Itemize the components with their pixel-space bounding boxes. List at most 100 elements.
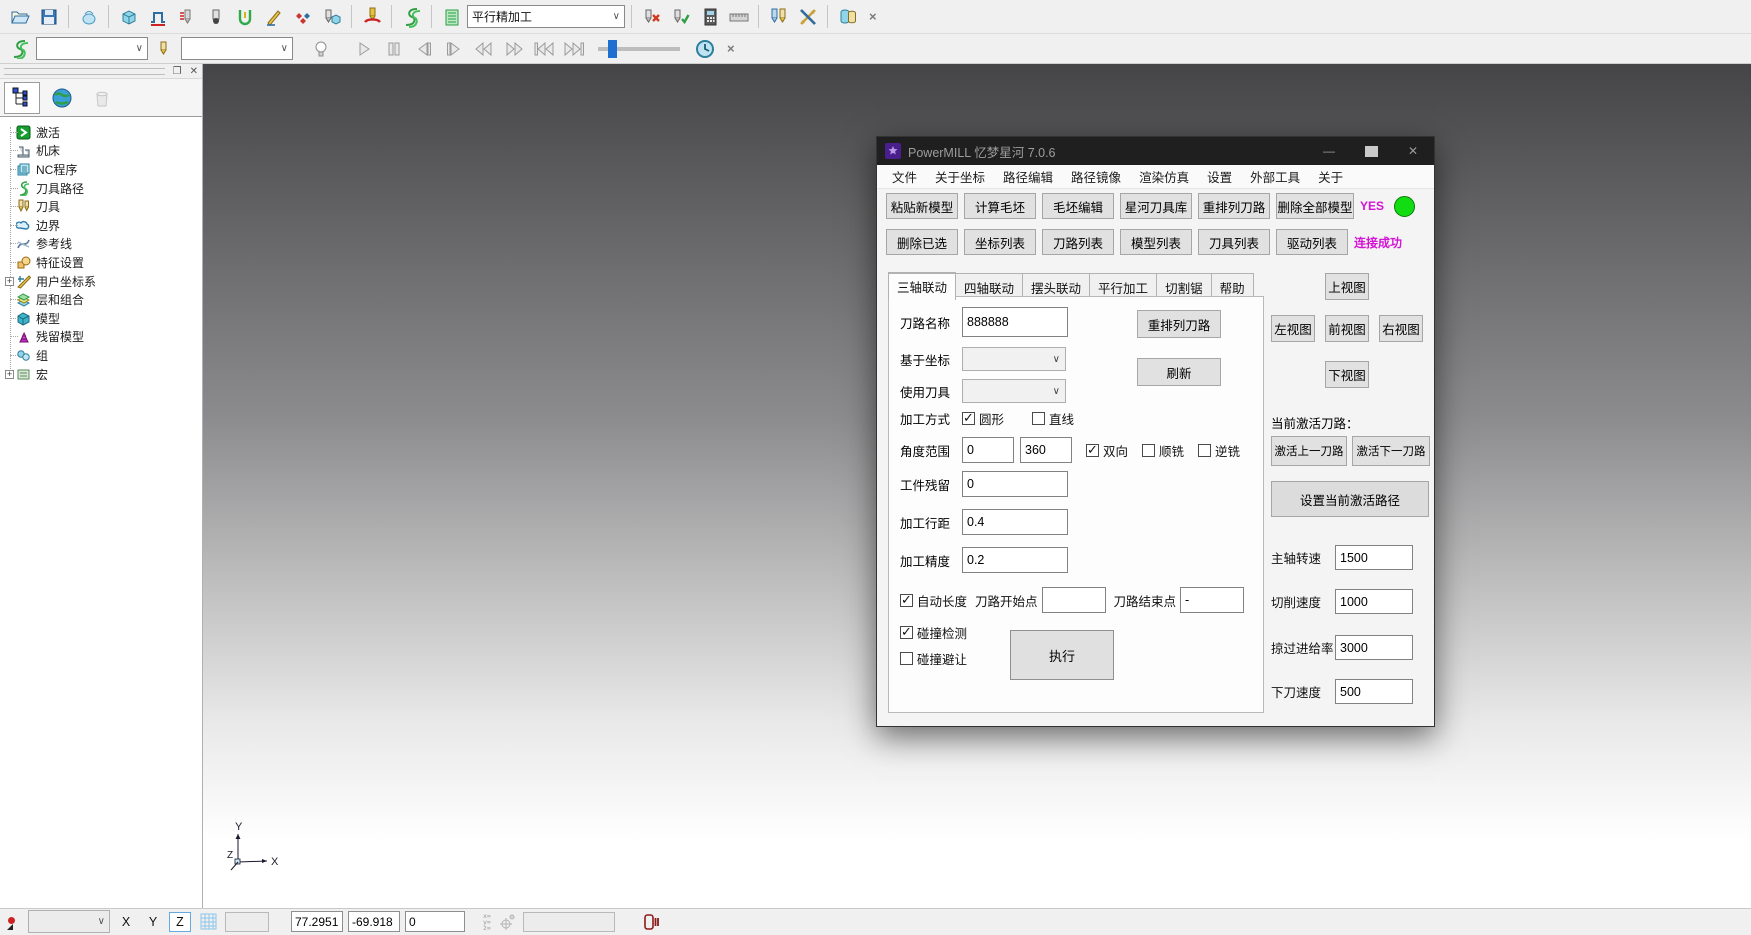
pause-icon[interactable] [380,36,407,62]
minimize-button[interactable]: — [1308,137,1350,165]
rearrange-button[interactable]: 重排列刀路 [1137,310,1221,338]
statusbar-combobox[interactable]: ∨ [28,910,110,933]
spindle-speed-input[interactable] [1335,545,1413,570]
view-top-button[interactable]: 上视图 [1325,273,1369,300]
activate-prev-toolpath-button[interactable]: 激活上一刀路 [1271,436,1347,466]
use-tool-dropdown[interactable]: ∨ [962,379,1066,403]
tool-pair-icon[interactable] [765,4,792,30]
climb-mill-checkbox[interactable] [1142,444,1155,457]
panel-close-icon[interactable]: ✕ [186,66,202,77]
tool-library-button[interactable]: 星河刀具库 [1120,193,1192,219]
tree-item-workplanes[interactable]: + 用户坐标系 [0,272,202,291]
grid-size-field[interactable] [225,912,269,932]
coord-list-button[interactable]: 坐标列表 [964,229,1036,255]
maximize-button[interactable] [1350,137,1392,165]
delete-selected-button[interactable]: 删除已选 [886,229,958,255]
tree-item-tools[interactable]: 刀具 [0,197,202,216]
view-bottom-button[interactable]: 下视图 [1325,361,1369,388]
tree-item-nc-programs[interactable]: NC程序 [0,160,202,179]
axis-z-button[interactable]: Z [169,912,191,932]
circular-checkbox[interactable] [962,412,975,425]
step-back-icon[interactable] [410,36,437,62]
stock-model-icon[interactable] [318,4,345,30]
toolbar1-close-icon[interactable]: × [863,9,883,24]
based-coord-dropdown[interactable]: ∨ [962,347,1066,371]
menu-path-edit[interactable]: 路径编辑 [994,167,1062,186]
open-file-icon[interactable] [6,4,33,30]
rewind-icon[interactable] [470,36,497,62]
step-forward-icon[interactable] [440,36,467,62]
plunge-speed-input[interactable] [1335,679,1413,704]
collision-check-checkbox[interactable] [900,626,913,639]
grid-snap-icon[interactable] [196,911,220,933]
stock-edit-icon[interactable] [173,4,200,30]
model-list-button[interactable]: 模型列表 [1120,229,1192,255]
menu-file[interactable]: 文件 [883,167,926,186]
menu-about-coords[interactable]: 关于坐标 [926,167,994,186]
axis-swap-icon[interactable] [794,4,821,30]
rearrange-toolpaths-button[interactable]: 重排列刀路 [1198,193,1270,219]
device-pause-icon[interactable] [639,909,663,935]
end-point-input[interactable] [1180,587,1244,613]
angle-from-input[interactable] [962,437,1014,463]
collision-check-icon[interactable] [358,4,385,30]
ball-tool-icon[interactable] [202,4,229,30]
linear-checkbox[interactable] [1032,412,1045,425]
tree-item-patterns[interactable]: 参考线 [0,235,202,254]
toolpath-combobox[interactable]: ∨ [36,37,148,60]
recycle-bin-icon[interactable] [84,82,120,114]
tree-item-machine[interactable]: 机床 [0,142,202,161]
tree-item-feature-sets[interactable]: 特征设置 [0,253,202,272]
drive-list-button[interactable]: 驱动列表 [1276,229,1348,255]
tree-item-groups[interactable]: 组 [0,346,202,365]
skim-feed-input[interactable] [1335,635,1413,660]
toolbar2-close-icon[interactable]: × [721,41,741,56]
toolpath-list-button[interactable]: 刀路列表 [1042,229,1114,255]
save-icon[interactable] [35,4,62,30]
calculator-icon[interactable] [696,4,723,30]
locate-position-icon[interactable] [496,909,518,935]
cutting-speed-input[interactable] [1335,589,1413,614]
tree-item-levels-sets[interactable]: 层和组合 [0,290,202,309]
panel-restore-icon[interactable]: ❐ [169,66,186,77]
strategy-combobox[interactable]: 平行精加工 ∨ [467,5,625,28]
tab-3axis[interactable]: 三轴联动 [888,272,956,300]
lightbulb-icon[interactable] [307,36,334,62]
stock-remain-input[interactable] [962,471,1068,497]
toolpath-invalid-icon[interactable] [638,4,665,30]
auto-length-checkbox[interactable] [900,594,913,607]
menu-about[interactable]: 关于 [1309,167,1352,186]
toolpath-name-input[interactable] [962,307,1068,337]
ruler-icon[interactable] [725,4,752,30]
bidirectional-checkbox[interactable] [1086,444,1099,457]
calc-stock-button[interactable]: 计算毛坯 [964,193,1036,219]
tree-item-activate[interactable]: 激活 [0,123,202,142]
tree-item-stock-models[interactable]: 残留模型 [0,328,202,347]
execute-button[interactable]: 执行 [1010,630,1114,680]
create-stock-icon[interactable] [75,4,102,30]
cylinder-pair-icon[interactable] [834,4,861,30]
web-view-icon[interactable] [44,82,80,114]
stock-edit-button[interactable]: 毛坯编辑 [1042,193,1114,219]
tool-list-button[interactable]: 刀具列表 [1198,229,1270,255]
angle-to-input[interactable] [1020,437,1072,463]
drafting-icon[interactable] [260,4,287,30]
axis-y-button[interactable]: Y [142,912,164,932]
menu-settings[interactable]: 设置 [1198,167,1241,186]
axis-x-button[interactable]: X [115,912,137,932]
tree-item-boundaries[interactable]: 边界 [0,216,202,235]
tool-combobox[interactable]: ∨ [181,37,293,60]
expand-icon[interactable]: + [5,370,14,379]
tree-item-macros[interactable]: + 宏 [0,365,202,384]
clock-icon[interactable] [691,36,718,62]
fast-forward-icon[interactable] [500,36,527,62]
stepover-input[interactable] [962,509,1068,535]
collision-u-icon[interactable] [231,4,258,30]
menu-external-tools[interactable]: 外部工具 [1241,167,1309,186]
refresh-button[interactable]: 刷新 [1137,358,1221,386]
paste-new-model-button[interactable]: 粘贴新模型 [886,193,958,219]
toolpath-valid-icon[interactable] [667,4,694,30]
start-point-input[interactable] [1042,587,1106,613]
powermill-logo-icon[interactable] [398,4,425,30]
toolpath-strategy-icon[interactable] [144,4,171,30]
